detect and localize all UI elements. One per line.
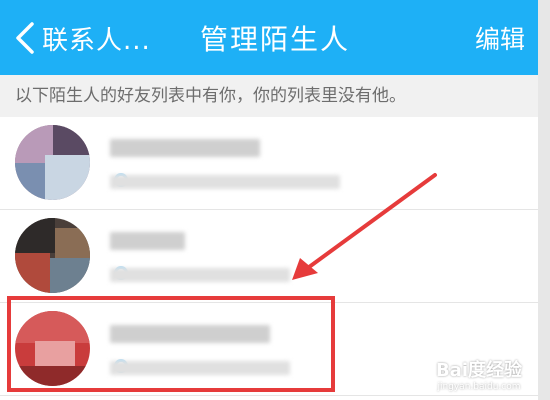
edit-button[interactable]: 编辑: [475, 20, 525, 56]
list-item[interactable]: [0, 210, 538, 303]
watermark-url: jingyan.baidu.com: [437, 382, 521, 392]
stranger-notice: 以下陌生人的好友列表中有你，你的列表里没有他。: [0, 75, 538, 117]
scrollbar-edge: [538, 0, 550, 400]
watermark-brand: Bai度经验: [435, 360, 522, 381]
watermark: Bai度经验 jingyan.baidu.com: [436, 356, 522, 392]
page-title: 管理陌生人: [199, 23, 350, 56]
contact-detail: [110, 268, 290, 282]
highlight-box: [7, 296, 335, 392]
contact-detail: [110, 175, 340, 189]
avatar: [15, 125, 90, 200]
contact-name: [110, 232, 185, 250]
avatar: [15, 218, 90, 293]
title-bar: 联系人... 管理陌生人 编辑: [0, 0, 550, 75]
contact-name: [110, 139, 260, 157]
list-item[interactable]: [0, 117, 538, 210]
